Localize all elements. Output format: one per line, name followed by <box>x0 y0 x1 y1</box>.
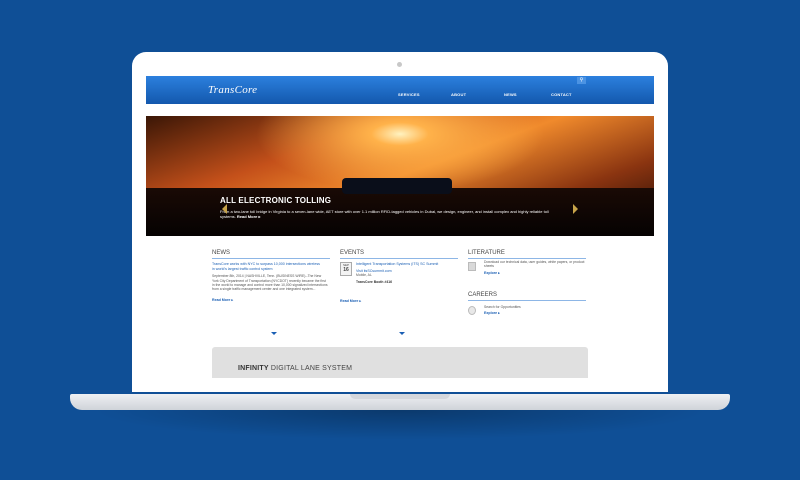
hero-gauges <box>342 178 452 194</box>
site-header: TransCore ⚲ SERVICES ABOUT NEWS CONTACT <box>146 76 654 104</box>
hero-text: From a two-lane toll bridge in Virginia … <box>220 209 560 219</box>
search-button[interactable]: ⚲ <box>577 77 586 84</box>
careers-icon <box>468 306 476 315</box>
hero-read-more[interactable]: Read More ▸ <box>237 214 261 219</box>
literature-heading: LITERATURE <box>468 250 586 259</box>
news-headline[interactable]: TransCore works with NYC to surpass 10,0… <box>212 262 322 271</box>
laptop-base <box>70 394 730 410</box>
nav-about[interactable]: ABOUT <box>451 92 466 97</box>
carousel-prev-icon[interactable] <box>222 204 227 214</box>
careers-heading: CAREERS <box>468 292 586 301</box>
literature-column: LITERATURE Download our technical data, … <box>468 250 586 315</box>
infinity-title-bold: INFINITY <box>238 365 269 372</box>
event-booth: TransCore Booth #416 <box>356 279 392 284</box>
event-day: 16 <box>343 267 349 273</box>
event-title[interactable]: Intelligent Transportation Systems (ITS)… <box>356 262 460 267</box>
nav-contact[interactable]: CONTACT <box>551 92 572 97</box>
literature-text: Download our technical data, user guides… <box>484 260 585 269</box>
events-heading: EVENTS <box>340 250 458 259</box>
hero-title: ALL ELECTRONIC TOLLING <box>220 196 332 205</box>
carousel-next-icon[interactable] <box>573 204 578 214</box>
events-expand-icon[interactable] <box>399 332 405 335</box>
hero-caption: ALL ELECTRONIC TOLLING From a two-lane t… <box>220 196 590 226</box>
hero-body: From a two-lane toll bridge in Virginia … <box>220 209 549 219</box>
event-date-badge: SEP 16 <box>340 262 352 276</box>
news-expand-icon[interactable] <box>271 332 277 335</box>
careers-explore[interactable]: Explore ▸ <box>484 311 588 315</box>
careers-text: Search for Opportunities <box>484 305 521 309</box>
events-column: EVENTS SEP 16 Intelligent Transportation… <box>340 250 458 303</box>
laptop-notch <box>350 394 450 399</box>
nav-services[interactable]: SERVICES <box>398 92 420 97</box>
events-read-more[interactable]: Read More ▸ <box>340 299 361 303</box>
infinity-title: INFINITY DIGITAL LANE SYSTEM <box>238 365 352 372</box>
news-heading: NEWS <box>212 250 330 259</box>
news-body: September 8th, 2014 | NASHVILLE, Tenn. (… <box>212 274 328 292</box>
document-icon <box>468 262 476 271</box>
laptop-screen: TransCore ⚲ SERVICES ABOUT NEWS CONTACT … <box>146 76 654 378</box>
hero-banner: ALL ELECTRONIC TOLLING From a two-lane t… <box>146 116 654 236</box>
infinity-title-rest: DIGITAL LANE SYSTEM <box>268 365 353 372</box>
laptop-shadow <box>90 410 710 440</box>
literature-explore[interactable]: Explore ▸ <box>484 271 588 275</box>
site-logo[interactable]: TransCore <box>208 84 257 96</box>
infinity-panel: INFINITY DIGITAL LANE SYSTEM <box>212 347 588 378</box>
camera-icon <box>397 62 402 67</box>
laptop-lid: TransCore ⚲ SERVICES ABOUT NEWS CONTACT … <box>132 52 668 392</box>
news-read-more[interactable]: Read More ▸ <box>212 298 330 302</box>
nav-news[interactable]: NEWS <box>504 92 517 97</box>
event-location: Mobile, AL <box>356 273 372 278</box>
news-column: NEWS TransCore works with NYC to surpass… <box>212 250 330 302</box>
